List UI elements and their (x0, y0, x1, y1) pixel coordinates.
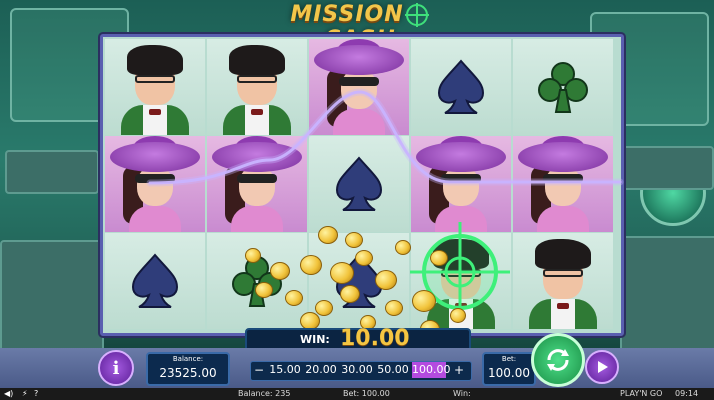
status-bet: Bet: 100.00 (343, 389, 390, 398)
help-icon[interactable]: ? (34, 389, 38, 398)
coin-icon (375, 270, 397, 290)
brand-logo: PLAY'N GO (620, 389, 663, 398)
volume-icon[interactable]: ◀) (4, 389, 13, 398)
coin-icon (450, 308, 466, 323)
play-icon (598, 361, 608, 373)
coin-icon (385, 300, 403, 316)
coin-icon (395, 240, 411, 255)
coin-icon (315, 300, 333, 316)
bet-option[interactable]: 50.00 (376, 362, 410, 378)
coin-icon (355, 250, 373, 266)
clock: 09:14 (675, 389, 699, 398)
coin-icon (330, 262, 354, 284)
coin-icon (270, 262, 290, 280)
balance-value: 23525.00 (159, 366, 217, 380)
coin-icon (412, 290, 436, 312)
info-button[interactable]: i (98, 350, 134, 386)
spin-arrows-icon (547, 349, 569, 371)
coin-icon (345, 232, 363, 248)
coin-icon (430, 250, 448, 266)
status-balance: Balance: 235 (238, 389, 291, 398)
win-label: WIN: (300, 333, 330, 346)
coin-icon (245, 248, 261, 263)
bet-decrease-button[interactable]: − (252, 361, 266, 379)
status-bar: ◀) ⚡ ? Balance: 235 Bet: 100.00 Win: PLA… (0, 388, 714, 400)
bet-option[interactable]: 15.00 (268, 362, 302, 378)
bet-option[interactable]: 30.00 (340, 362, 374, 378)
status-win: Win: (453, 389, 471, 398)
coin-icon (255, 282, 273, 298)
coin-icon (318, 226, 338, 244)
bet-option[interactable]: 20.00 (304, 362, 338, 378)
bet-display: Bet: 100.00 (482, 352, 536, 386)
coin-icon (285, 290, 303, 306)
coin-icon (340, 285, 360, 303)
bet-label: Bet: (501, 355, 517, 363)
bet-option[interactable]: 100.00 (412, 362, 451, 378)
info-icon: i (112, 357, 120, 379)
bet-value: 100.00 (488, 366, 530, 380)
turbo-icon[interactable]: ⚡ (22, 389, 28, 398)
autoplay-button[interactable] (585, 350, 619, 384)
balance-display: Balance: 23525.00 (146, 352, 230, 386)
bet-increase-button[interactable]: + (452, 361, 466, 379)
coin-icon (300, 255, 322, 275)
spin-button[interactable] (531, 333, 585, 387)
balance-label: Balance: (172, 355, 204, 363)
